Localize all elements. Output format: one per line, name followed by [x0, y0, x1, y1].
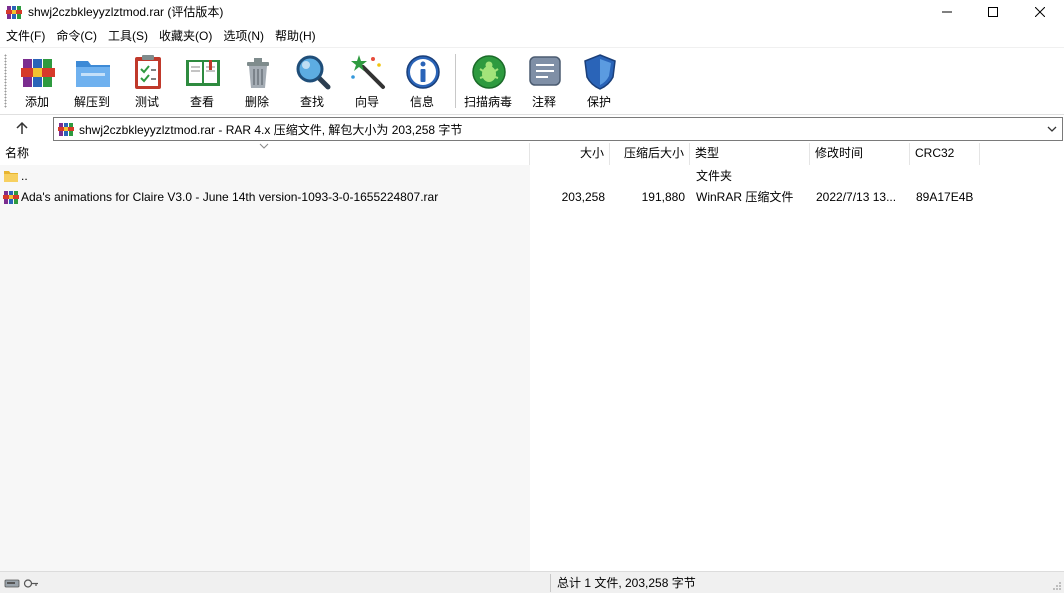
comment-label: 注释: [531, 95, 556, 109]
extract-folder-icon: [76, 61, 110, 87]
name-column-background: [0, 165, 530, 571]
extract-button[interactable]: 解压到: [65, 51, 119, 111]
up-arrow-icon[interactable]: [14, 120, 30, 136]
delete-label: 删除: [244, 95, 269, 109]
add-button[interactable]: 添加: [10, 51, 64, 111]
wizard-label: 向导: [354, 95, 379, 109]
minimize-button[interactable]: [924, 0, 970, 24]
column-packed-label: 压缩后大小: [623, 146, 684, 160]
column-header-packed[interactable]: 压缩后大小: [610, 143, 690, 165]
maximize-icon: [988, 7, 998, 17]
menu-options[interactable]: 选项(N): [217, 26, 269, 46]
view-button[interactable]: 查看: [175, 51, 229, 111]
row-type: 文件夹: [696, 169, 733, 183]
title-bar: shwj2czbkleyyzlztmod.rar (评估版本): [0, 0, 1064, 24]
folder-icon: [4, 171, 18, 182]
row-crc: 89A17E4B: [916, 190, 974, 204]
drive-key-icon[interactable]: [4, 577, 40, 589]
resize-grip-icon[interactable]: [1052, 581, 1062, 591]
toolbar-grip[interactable]: [4, 54, 7, 108]
menu-commands[interactable]: 命令(C): [50, 26, 102, 46]
toolbar-separator: [455, 54, 456, 108]
find-button[interactable]: 查找: [285, 51, 339, 111]
row-size: 203,258: [561, 190, 605, 204]
info-label: 信息: [409, 95, 434, 109]
wizard-button[interactable]: 向导: [340, 51, 394, 111]
add-label: 添加: [24, 95, 49, 109]
window-title: shwj2czbkleyyzlztmod.rar (评估版本): [28, 5, 224, 19]
menu-tools[interactable]: 工具(S): [102, 26, 153, 46]
address-row: shwj2czbkleyyzlztmod.rar - RAR 4.x 压缩文件,…: [0, 114, 1064, 142]
winrar-app-icon[interactable]: [6, 4, 22, 20]
find-label: 查找: [299, 95, 324, 109]
row-modified: [816, 165, 908, 187]
file-list[interactable]: .. 文件夹 Ada's animations for Claire V3.0 …: [0, 165, 1064, 571]
address-text: shwj2czbkleyyzlztmod.rar - RAR 4.x 压缩文件,…: [79, 123, 463, 137]
table-row[interactable]: Ada's animations for Claire V3.0 - June …: [0, 186, 1064, 208]
column-name-label: 名称: [5, 146, 30, 160]
column-type-label: 类型: [695, 146, 720, 160]
rar-archive-icon: [58, 123, 74, 136]
row-crc: [916, 165, 980, 187]
row-modified: 2022/7/13 13...: [816, 190, 897, 204]
add-archive-icon: [21, 59, 55, 87]
test-button[interactable]: 测试: [120, 51, 174, 111]
row-size: [530, 165, 605, 187]
view-book-icon: [186, 60, 220, 86]
menu-help[interactable]: 帮助(H): [269, 26, 321, 46]
row-name: Ada's animations for Claire V3.0 - June …: [21, 190, 439, 204]
protect-label: 保护: [586, 95, 611, 109]
trash-icon: [247, 58, 269, 88]
close-button[interactable]: [1017, 0, 1063, 24]
info-icon: [406, 55, 440, 89]
menu-bar: 文件(F) 命令(C) 工具(S) 收藏夹(O) 选项(N) 帮助(H): [0, 26, 321, 46]
column-crc-label: CRC32: [915, 146, 955, 160]
rar-file-icon: [3, 191, 19, 204]
chevron-down-icon[interactable]: [1044, 121, 1060, 137]
table-row[interactable]: .. 文件夹: [0, 165, 1064, 187]
test-clipboard-icon: [135, 55, 161, 89]
close-icon: [1035, 7, 1045, 17]
minimize-icon: [942, 11, 952, 13]
comment-icon: [529, 56, 561, 86]
protect-button[interactable]: 保护: [572, 51, 626, 111]
column-header-modified[interactable]: 修改时间: [810, 143, 910, 165]
menu-favorites[interactable]: 收藏夹(O): [153, 26, 217, 46]
column-header-type[interactable]: 类型: [690, 143, 810, 165]
column-header-crc[interactable]: CRC32: [910, 143, 980, 165]
magnifier-icon: [296, 55, 331, 90]
status-separator: [550, 574, 551, 592]
shield-icon: [584, 54, 616, 90]
list-header: 名称 大小 压缩后大小 类型 修改时间 CRC32: [0, 143, 1064, 165]
menu-file[interactable]: 文件(F): [0, 26, 50, 46]
row-packed: 191,880: [641, 190, 685, 204]
row-type: WinRAR 压缩文件: [696, 190, 794, 204]
address-bar[interactable]: shwj2czbkleyyzlztmod.rar - RAR 4.x 压缩文件,…: [53, 117, 1063, 141]
row-name: ..: [21, 169, 28, 183]
sort-chevron-icon: [259, 143, 269, 149]
magic-wand-icon: [351, 55, 385, 89]
column-size-label: 大小: [579, 146, 604, 160]
view-label: 查看: [189, 95, 214, 109]
scan-virus-label: 扫描病毒: [463, 95, 512, 109]
comment-button[interactable]: 注释: [517, 51, 571, 111]
delete-button[interactable]: 删除: [230, 51, 284, 111]
info-button[interactable]: 信息: [395, 51, 449, 111]
extract-label: 解压到: [73, 95, 110, 109]
status-summary: 总计 1 文件, 203,258 字节: [557, 576, 696, 590]
row-packed: [610, 165, 685, 187]
toolbar: 添加 解压到 测试 查看 删除 查找 向导 信息 扫描病毒 注释 保护: [0, 47, 1064, 112]
column-modified-label: 修改时间: [815, 146, 864, 160]
maximize-button[interactable]: [970, 0, 1016, 24]
virus-scan-icon: [472, 55, 506, 89]
scan-virus-button[interactable]: 扫描病毒: [460, 51, 516, 111]
column-header-size[interactable]: 大小: [530, 143, 610, 165]
test-label: 测试: [134, 95, 159, 109]
status-bar: 总计 1 文件, 203,258 字节: [0, 571, 1064, 593]
